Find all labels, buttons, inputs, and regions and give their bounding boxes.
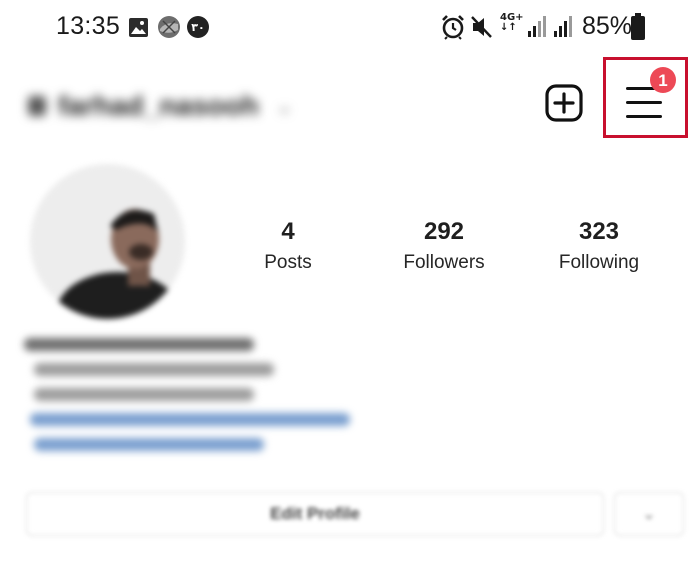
battery-icon — [631, 13, 645, 40]
edit-profile-label: Edit Profile — [270, 504, 360, 523]
edit-profile-button[interactable]: Edit Profile — [26, 492, 604, 536]
photo-thumbnail-icon — [158, 16, 180, 38]
bio-link[interactable] — [34, 438, 264, 451]
profile-photo — [30, 164, 185, 319]
bio-link[interactable] — [30, 413, 350, 426]
bio-line — [34, 388, 254, 401]
status-time: 13:35 — [56, 12, 121, 40]
menu-button[interactable]: 1 — [603, 57, 688, 138]
chevron-down-icon: ⌄ — [276, 96, 293, 118]
signal-icon — [528, 16, 546, 37]
following-label: Following — [558, 252, 640, 273]
image-icon — [129, 18, 148, 37]
status-bar: 13:35 ٣٠ 4G+ ↓↑ 85% — [0, 0, 700, 56]
followers-label: Followers — [403, 252, 485, 273]
avatar[interactable] — [30, 164, 185, 319]
mute-icon — [471, 16, 492, 38]
stat-following[interactable]: 323 Following — [544, 218, 654, 274]
following-count: 323 — [578, 218, 620, 245]
new-post-button[interactable] — [545, 84, 583, 122]
alarm-icon — [442, 15, 464, 40]
chevron-down-icon: ⌄ — [642, 506, 656, 523]
posts-label: Posts — [264, 252, 312, 273]
stat-posts[interactable]: 4 Posts — [238, 218, 338, 274]
username-switcher[interactable]: farhad_nasooh ⌄ — [28, 88, 298, 124]
network-type-label: 4G+ — [500, 12, 524, 23]
menu-notification-badge: 1 — [650, 67, 676, 93]
battery-percentage: 85% — [582, 12, 633, 40]
profile-username: farhad_nasooh — [58, 90, 259, 121]
profile-bio — [24, 338, 364, 463]
network-4g-icon: 4G+ ↓↑ — [500, 12, 524, 33]
signal-icon — [554, 16, 572, 37]
lock-icon — [28, 96, 46, 116]
notification-badge-icon: ٣٠ — [187, 16, 209, 38]
bio-line — [24, 338, 254, 351]
posts-count: 4 — [281, 218, 295, 245]
svg-text:٣٠: ٣٠ — [191, 21, 204, 34]
plus-square-icon — [545, 84, 583, 122]
stat-followers[interactable]: 292 Followers — [389, 218, 499, 274]
bio-line — [34, 363, 274, 376]
suggested-accounts-button[interactable]: ⌄ — [614, 492, 684, 536]
followers-count: 292 — [423, 218, 465, 245]
